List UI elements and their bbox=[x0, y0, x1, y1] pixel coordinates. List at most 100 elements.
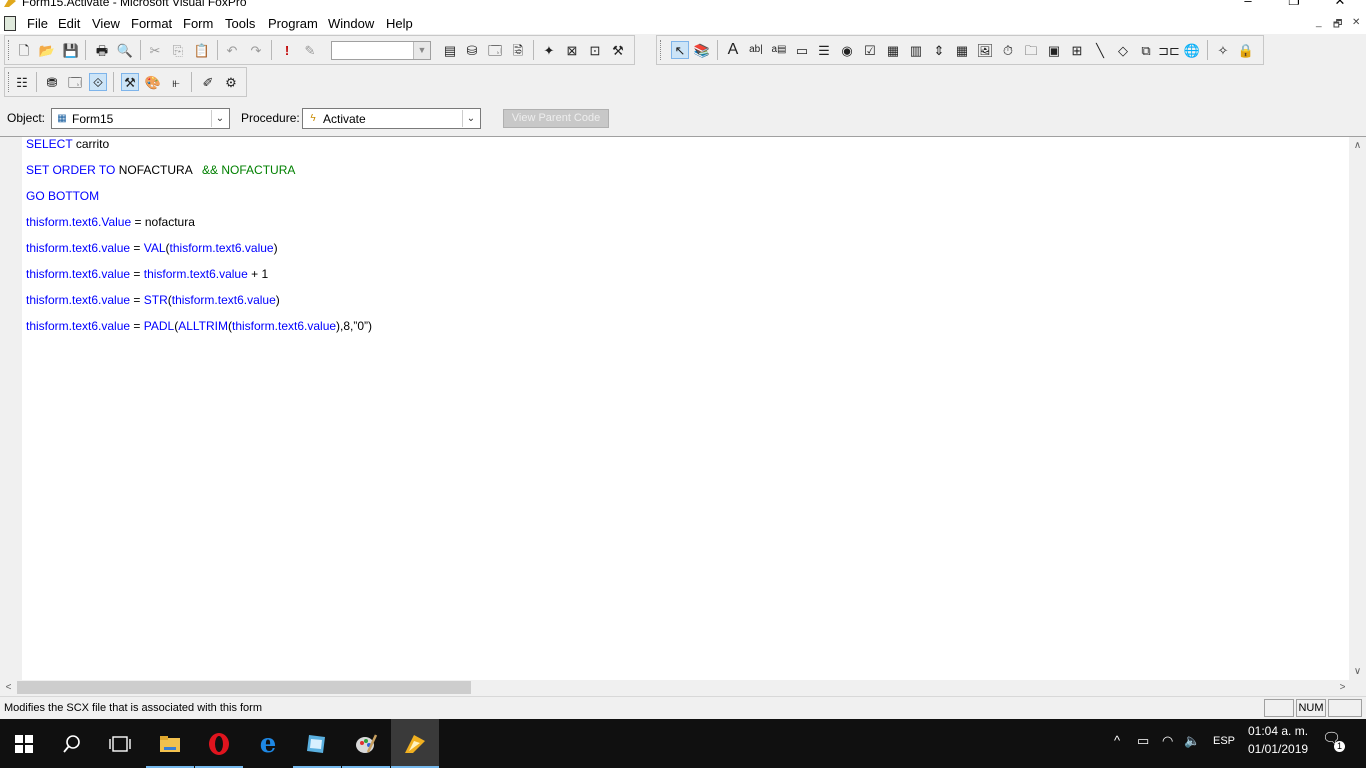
command-window-icon[interactable]: ▤ bbox=[441, 41, 459, 59]
properties-icon[interactable]: 🗔 bbox=[486, 41, 504, 59]
file-explorer-icon[interactable] bbox=[146, 719, 194, 768]
mdi-minimize-button[interactable]: _ bbox=[1316, 17, 1322, 28]
mdi-close-button[interactable]: ✕ bbox=[1352, 17, 1360, 28]
listbox-control-icon[interactable]: ▥ bbox=[907, 41, 925, 59]
scroll-up-icon[interactable]: ∧ bbox=[1349, 137, 1366, 154]
code-line[interactable]: thisform.text6.value = VAL(thisform.text… bbox=[26, 241, 278, 255]
properties-window-icon[interactable]: 🗔 bbox=[66, 73, 84, 91]
modify-form-icon[interactable]: ✎ bbox=[301, 41, 319, 59]
wifi-icon[interactable]: ◠ bbox=[1162, 733, 1173, 749]
ole-bound-icon[interactable]: ⊞ bbox=[1068, 41, 1086, 59]
menu-view[interactable]: View bbox=[92, 16, 120, 31]
layout-icon[interactable]: ⫦ bbox=[167, 73, 185, 91]
select-pointer-icon[interactable]: ↖ bbox=[671, 41, 689, 59]
spinner-control-icon[interactable]: ⇕ bbox=[930, 41, 948, 59]
code-line[interactable]: thisform.text6.value = PADL(ALLTRIM(this… bbox=[26, 319, 372, 333]
menu-form[interactable]: Form bbox=[183, 16, 213, 31]
wizard-icon[interactable]: ✦ bbox=[540, 41, 558, 59]
restore-button[interactable]: ❐ bbox=[1284, 0, 1304, 8]
grid-control-icon[interactable]: ▦ bbox=[953, 41, 971, 59]
form-controls-toggle-icon[interactable]: ⚒ bbox=[121, 73, 139, 91]
chevron-down-icon[interactable]: ▼ bbox=[413, 42, 430, 59]
menu-file[interactable]: File bbox=[27, 16, 48, 31]
clock-date[interactable]: 01/01/2019 bbox=[1248, 742, 1308, 756]
tools-icon[interactable]: ⚒ bbox=[609, 41, 627, 59]
edge-browser-icon[interactable]: e bbox=[244, 719, 292, 768]
form-document-icon[interactable] bbox=[4, 16, 16, 31]
form-builder-icon[interactable]: ✐ bbox=[199, 73, 217, 91]
paste-icon[interactable]: 📋 bbox=[193, 41, 211, 59]
container-control-icon[interactable]: ⧉ bbox=[1137, 41, 1155, 59]
code-line[interactable]: thisform.text6.value = STR(thisform.text… bbox=[26, 293, 280, 307]
show-hidden-icons-icon[interactable]: ^ bbox=[1114, 733, 1120, 748]
data-environment-icon[interactable]: ⛃ bbox=[43, 73, 61, 91]
clock-time[interactable]: 01:04 a. m. bbox=[1248, 724, 1308, 738]
hyperlink-control-icon[interactable]: 🌐 bbox=[1183, 41, 1201, 59]
report-designer-icon[interactable]: ⊠ bbox=[563, 41, 581, 59]
timer-control-icon[interactable]: ⏱ bbox=[999, 41, 1017, 59]
database-combo[interactable]: ▼ bbox=[331, 41, 431, 60]
undo-icon[interactable]: ↶ bbox=[223, 41, 241, 59]
command-button-icon[interactable]: ▭ bbox=[793, 41, 811, 59]
pageframe-control-icon[interactable]: 🗀 bbox=[1022, 41, 1040, 59]
command-group-icon[interactable]: ☰ bbox=[815, 41, 833, 59]
color-palette-icon[interactable]: 🎨 bbox=[144, 73, 162, 91]
minimize-button[interactable]: – bbox=[1238, 0, 1258, 8]
shape-control-icon[interactable]: ◇ bbox=[1114, 41, 1132, 59]
menu-program[interactable]: Program bbox=[268, 16, 318, 31]
horizontal-scrollbar[interactable]: < > bbox=[0, 680, 1366, 695]
vertical-scrollbar[interactable]: ∧ ∨ bbox=[1349, 137, 1366, 680]
horizontal-scroll-thumb[interactable] bbox=[17, 681, 471, 694]
builder-lock-icon[interactable]: ✧ bbox=[1214, 41, 1232, 59]
textbox-control-icon[interactable]: ab| bbox=[747, 41, 765, 59]
code-line[interactable]: SELECT carrito bbox=[26, 137, 109, 151]
menu-tools[interactable]: Tools bbox=[225, 16, 255, 31]
lock-icon[interactable]: 🔒 bbox=[1237, 41, 1255, 59]
tab-order-icon[interactable]: ☷ bbox=[13, 73, 31, 91]
chevron-down-icon[interactable]: ⌄ bbox=[211, 110, 228, 127]
scroll-down-icon[interactable]: ∨ bbox=[1349, 663, 1366, 680]
label-control-icon[interactable]: A bbox=[724, 41, 742, 59]
option-group-icon[interactable]: ◉ bbox=[838, 41, 856, 59]
scroll-right-icon[interactable]: > bbox=[1334, 680, 1351, 695]
form-designer-icon[interactable]: ⊡ bbox=[586, 41, 604, 59]
chevron-down-icon[interactable]: ⌄ bbox=[462, 110, 479, 127]
search-icon[interactable] bbox=[48, 719, 96, 768]
task-view-icon[interactable] bbox=[96, 719, 144, 768]
mdi-restore-button[interactable]: 🗗 bbox=[1333, 17, 1342, 34]
code-line[interactable]: GO BOTTOM bbox=[26, 189, 99, 203]
opera-browser-icon[interactable] bbox=[195, 719, 243, 768]
checkbox-control-icon[interactable]: ☑ bbox=[861, 41, 879, 59]
code-line[interactable]: SET ORDER TO NOFACTURA && NOFACTURA bbox=[26, 163, 295, 177]
line-control-icon[interactable]: ╲ bbox=[1091, 41, 1109, 59]
language-indicator[interactable]: ESP bbox=[1213, 735, 1235, 747]
view-parent-code-button[interactable]: View Parent Code bbox=[503, 109, 609, 128]
code-view-icon[interactable]: ⟐ bbox=[89, 73, 107, 91]
menu-format[interactable]: Format bbox=[131, 16, 172, 31]
autoformat-icon[interactable]: ⚙ bbox=[222, 73, 240, 91]
code-line[interactable]: thisform.text6.value = thisform.text6.va… bbox=[26, 267, 268, 281]
menu-edit[interactable]: Edit bbox=[58, 16, 80, 31]
save-icon[interactable]: 💾 bbox=[62, 41, 80, 59]
new-file-icon[interactable]: 🗋 bbox=[15, 41, 33, 59]
data-session-icon[interactable]: ⛁ bbox=[463, 41, 481, 59]
code-line[interactable]: thisform.text6.Value = nofactura bbox=[26, 215, 195, 229]
separator-control-icon[interactable]: ⊐⊏ bbox=[1158, 41, 1180, 59]
ole-container-icon[interactable]: ▣ bbox=[1045, 41, 1063, 59]
open-folder-icon[interactable]: 📂 bbox=[38, 41, 56, 59]
paint-app-icon[interactable] bbox=[342, 719, 390, 768]
print-icon[interactable]: 🖶 bbox=[93, 41, 111, 59]
notes-app-icon[interactable] bbox=[293, 719, 341, 768]
scroll-left-icon[interactable]: < bbox=[0, 680, 17, 695]
code-window-icon[interactable]: 🗟 bbox=[509, 41, 527, 59]
menu-help[interactable]: Help bbox=[386, 16, 413, 31]
battery-icon[interactable]: ▭ bbox=[1137, 733, 1149, 749]
menu-window[interactable]: Window bbox=[328, 16, 374, 31]
run-icon[interactable]: ! bbox=[278, 41, 296, 59]
close-button[interactable]: ✕ bbox=[1330, 0, 1350, 8]
visual-foxpro-taskbar-icon[interactable] bbox=[391, 719, 439, 768]
redo-icon[interactable]: ↷ bbox=[247, 41, 265, 59]
copy-icon[interactable]: ⎘ bbox=[169, 41, 187, 59]
start-button[interactable] bbox=[0, 719, 48, 768]
editbox-control-icon[interactable]: a▤ bbox=[770, 41, 788, 59]
